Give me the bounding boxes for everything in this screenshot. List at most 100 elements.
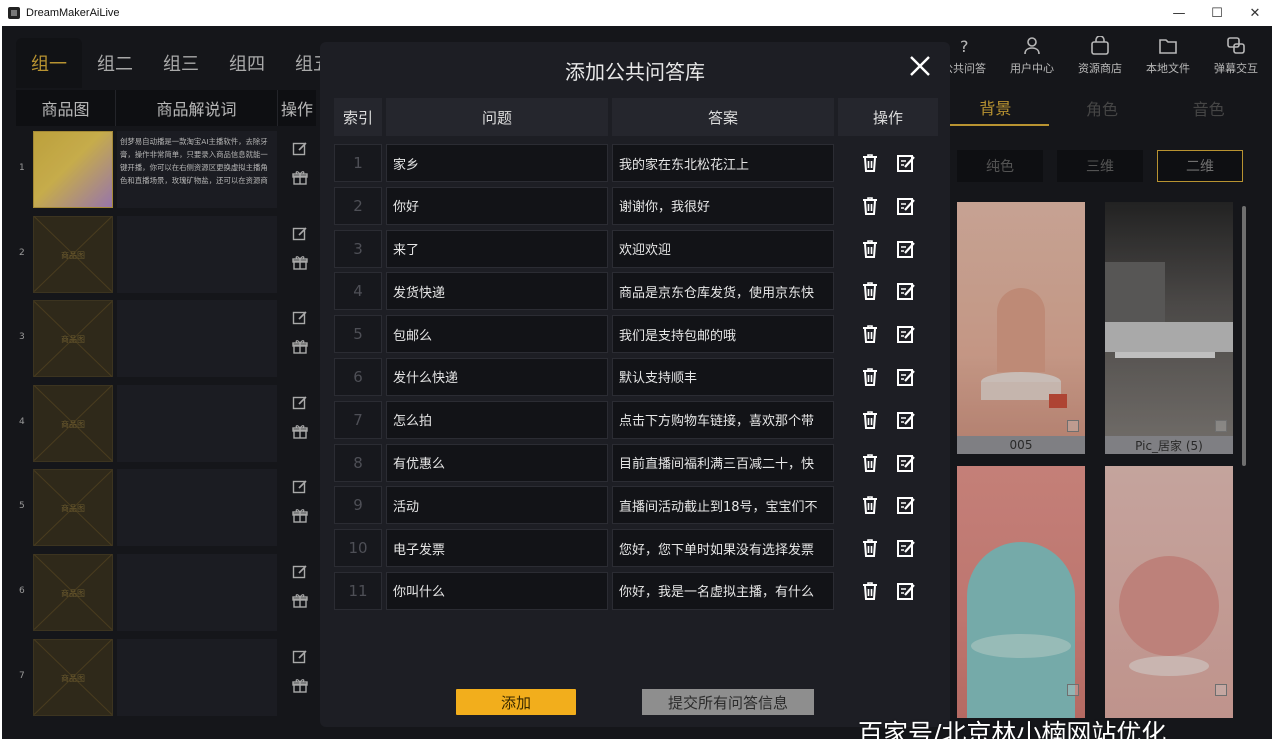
edit-icon[interactable] xyxy=(896,324,916,344)
question-field[interactable]: 家乡 xyxy=(386,144,608,182)
gift-icon[interactable] xyxy=(292,677,308,693)
edit-icon[interactable] xyxy=(292,310,308,326)
maximize-button[interactable]: ☐ xyxy=(1198,0,1236,26)
trash-icon[interactable] xyxy=(860,367,880,387)
product-image[interactable]: 商品图 xyxy=(33,553,113,631)
tab-group-1[interactable]: 组一 xyxy=(16,38,82,88)
trash-icon[interactable] xyxy=(860,239,880,259)
tab-background[interactable]: 背景 xyxy=(942,90,1049,126)
gift-icon[interactable] xyxy=(292,338,308,354)
remove-item-icon[interactable] xyxy=(1067,684,1079,696)
question-field[interactable]: 怎么拍 xyxy=(386,400,608,439)
trash-icon[interactable] xyxy=(860,495,880,515)
local-file-button[interactable]: 本地文件 xyxy=(1134,36,1202,76)
edit-icon[interactable] xyxy=(896,581,916,601)
edit-icon[interactable] xyxy=(292,395,308,411)
product-image[interactable]: 商品图 xyxy=(33,638,113,716)
product-image[interactable]: 商品图 xyxy=(33,384,113,462)
tab-group-3[interactable]: 组三 xyxy=(148,38,214,88)
close-icon[interactable] xyxy=(908,54,932,78)
tab-voice[interactable]: 音色 xyxy=(1155,90,1262,126)
trash-icon[interactable] xyxy=(860,581,880,601)
trash-icon[interactable] xyxy=(860,196,880,216)
question-field[interactable]: 发什么快递 xyxy=(386,357,608,396)
edit-icon[interactable] xyxy=(896,367,916,387)
tab-group-4[interactable]: 组四 xyxy=(214,38,280,88)
trash-icon[interactable] xyxy=(860,281,880,301)
question-field[interactable]: 有优惠么 xyxy=(386,443,608,482)
minimize-button[interactable]: — xyxy=(1160,0,1198,26)
style-solid-button[interactable]: 纯色 xyxy=(957,150,1043,182)
answer-field[interactable]: 谢谢你，我很好 xyxy=(612,186,834,225)
answer-field[interactable]: 点击下方购物车链接，喜欢那个带 xyxy=(612,400,834,439)
remove-item-icon[interactable] xyxy=(1067,420,1079,432)
tab-character[interactable]: 角色 xyxy=(1049,90,1156,126)
question-field[interactable]: 活动 xyxy=(386,486,608,525)
question-field[interactable]: 你好 xyxy=(386,186,608,225)
answer-field[interactable]: 您好，您下单时如果没有选择发票 xyxy=(612,529,834,568)
trash-icon[interactable] xyxy=(860,153,880,173)
resource-shop-button[interactable]: 资源商店 xyxy=(1066,36,1134,76)
gift-icon[interactable] xyxy=(292,592,308,608)
product-image[interactable] xyxy=(33,131,113,208)
trash-icon[interactable] xyxy=(860,538,880,558)
product-desc[interactable] xyxy=(117,384,277,462)
product-image[interactable]: 商品图 xyxy=(33,215,113,293)
product-desc[interactable]: 创梦易自动播是一款淘宝AI主播软件，去除牙膏，操作非常简单，只要录入商品信息就能… xyxy=(117,131,277,208)
edit-icon[interactable] xyxy=(896,453,916,473)
edit-icon[interactable] xyxy=(896,153,916,173)
close-window-button[interactable]: ✕ xyxy=(1236,0,1274,26)
question-field[interactable]: 包邮么 xyxy=(386,315,608,354)
trash-icon[interactable] xyxy=(860,324,880,344)
gallery-scrollbar[interactable] xyxy=(1242,206,1246,466)
question-field[interactable]: 发货快递 xyxy=(386,272,608,311)
edit-icon[interactable] xyxy=(896,239,916,259)
submit-all-button[interactable]: 提交所有问答信息 xyxy=(642,689,814,715)
question-field[interactable]: 电子发票 xyxy=(386,529,608,568)
edit-icon[interactable] xyxy=(292,564,308,580)
answer-field[interactable]: 直播间活动截止到18号，宝宝们不 xyxy=(612,486,834,525)
style-2d-button[interactable]: 二维 xyxy=(1157,150,1243,182)
style-3d-button[interactable]: 三维 xyxy=(1057,150,1143,182)
product-desc[interactable] xyxy=(117,469,277,547)
gift-icon[interactable] xyxy=(292,169,308,185)
edit-icon[interactable] xyxy=(896,410,916,430)
user-center-button[interactable]: 用户中心 xyxy=(998,36,1066,76)
edit-icon[interactable] xyxy=(896,196,916,216)
gallery-item[interactable]: Pic_居家 (5) xyxy=(1105,202,1233,454)
trash-icon[interactable] xyxy=(860,453,880,473)
tab-group-2[interactable]: 组二 xyxy=(82,38,148,88)
edit-icon[interactable] xyxy=(292,479,308,495)
answer-field[interactable]: 我的家在东北松花江上 xyxy=(612,144,834,182)
gift-icon[interactable] xyxy=(292,507,308,524)
answer-field[interactable]: 默认支持顺丰 xyxy=(612,357,834,396)
edit-icon[interactable] xyxy=(896,495,916,515)
product-desc[interactable] xyxy=(117,215,277,293)
edit-icon[interactable] xyxy=(292,649,308,665)
trash-icon[interactable] xyxy=(860,410,880,430)
edit-icon[interactable] xyxy=(896,538,916,558)
edit-icon[interactable] xyxy=(292,141,308,157)
product-image[interactable]: 商品图 xyxy=(33,469,113,547)
remove-item-icon[interactable] xyxy=(1215,684,1227,696)
gallery-item[interactable]: 005 xyxy=(957,202,1085,454)
edit-icon[interactable] xyxy=(292,226,308,242)
question-field[interactable]: 来了 xyxy=(386,229,608,268)
answer-field[interactable]: 目前直播间福利满三百减二十，快 xyxy=(612,443,834,482)
answer-field[interactable]: 商品是京东仓库发货，使用京东快 xyxy=(612,272,834,311)
gallery-item[interactable] xyxy=(957,466,1085,718)
product-desc[interactable] xyxy=(117,553,277,631)
product-desc[interactable] xyxy=(117,300,277,378)
danmaku-button[interactable]: 弹幕交互 xyxy=(1202,36,1270,76)
answer-field[interactable]: 我们是支持包邮的哦 xyxy=(612,315,834,354)
answer-field[interactable]: 你好，我是一名虚拟主播，有什么 xyxy=(612,571,834,610)
gift-icon[interactable] xyxy=(292,423,308,439)
answer-field[interactable]: 欢迎欢迎 xyxy=(612,229,834,268)
remove-item-icon[interactable] xyxy=(1215,420,1227,432)
gallery-item[interactable] xyxy=(1105,466,1233,718)
gift-icon[interactable] xyxy=(292,254,308,270)
edit-icon[interactable] xyxy=(896,281,916,301)
product-desc[interactable] xyxy=(117,638,277,716)
add-button[interactable]: 添加 xyxy=(456,689,576,715)
product-image[interactable]: 商品图 xyxy=(33,300,113,378)
